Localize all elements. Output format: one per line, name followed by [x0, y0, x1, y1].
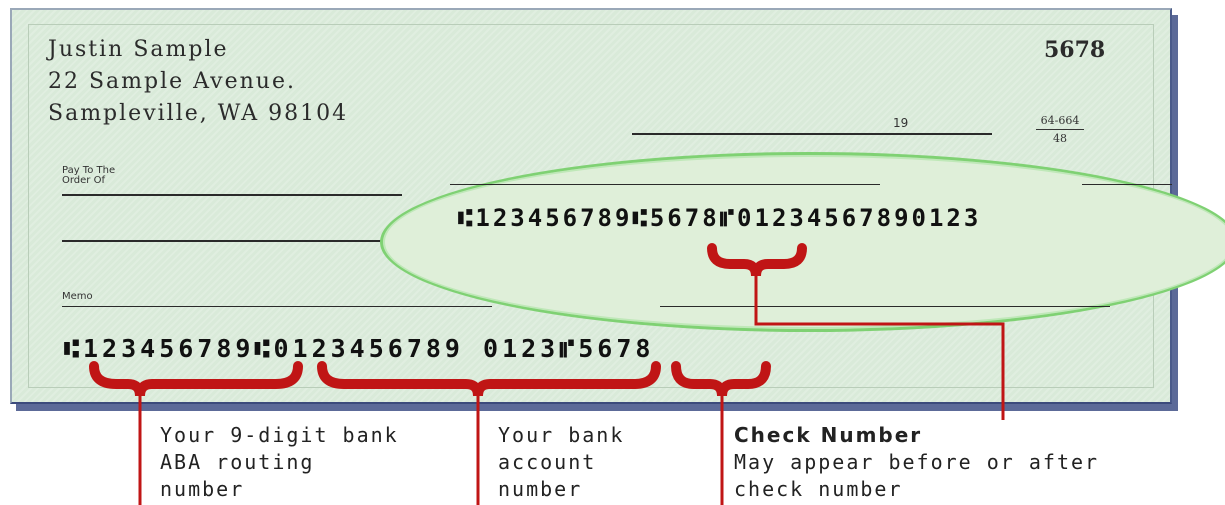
zoom-leader	[754, 276, 1005, 420]
check-number-desc-1: May appear before or after	[734, 450, 1100, 474]
routing-label-2: ABA routing	[160, 450, 315, 474]
check-number-title: Check Number	[734, 423, 923, 447]
account-label-1: Your bank	[498, 423, 625, 447]
routing-bracket	[89, 361, 303, 397]
routing-label-1: Your 9-digit bank	[160, 423, 399, 447]
account-label-3: number	[498, 477, 583, 501]
account-bracket	[317, 361, 661, 397]
routing-label-3: number	[160, 477, 245, 501]
account-label-2: account	[498, 450, 597, 474]
check-number-desc-2: check number	[734, 477, 903, 501]
zoom-check-number-bracket	[707, 243, 807, 277]
check-number-bracket	[671, 361, 771, 397]
